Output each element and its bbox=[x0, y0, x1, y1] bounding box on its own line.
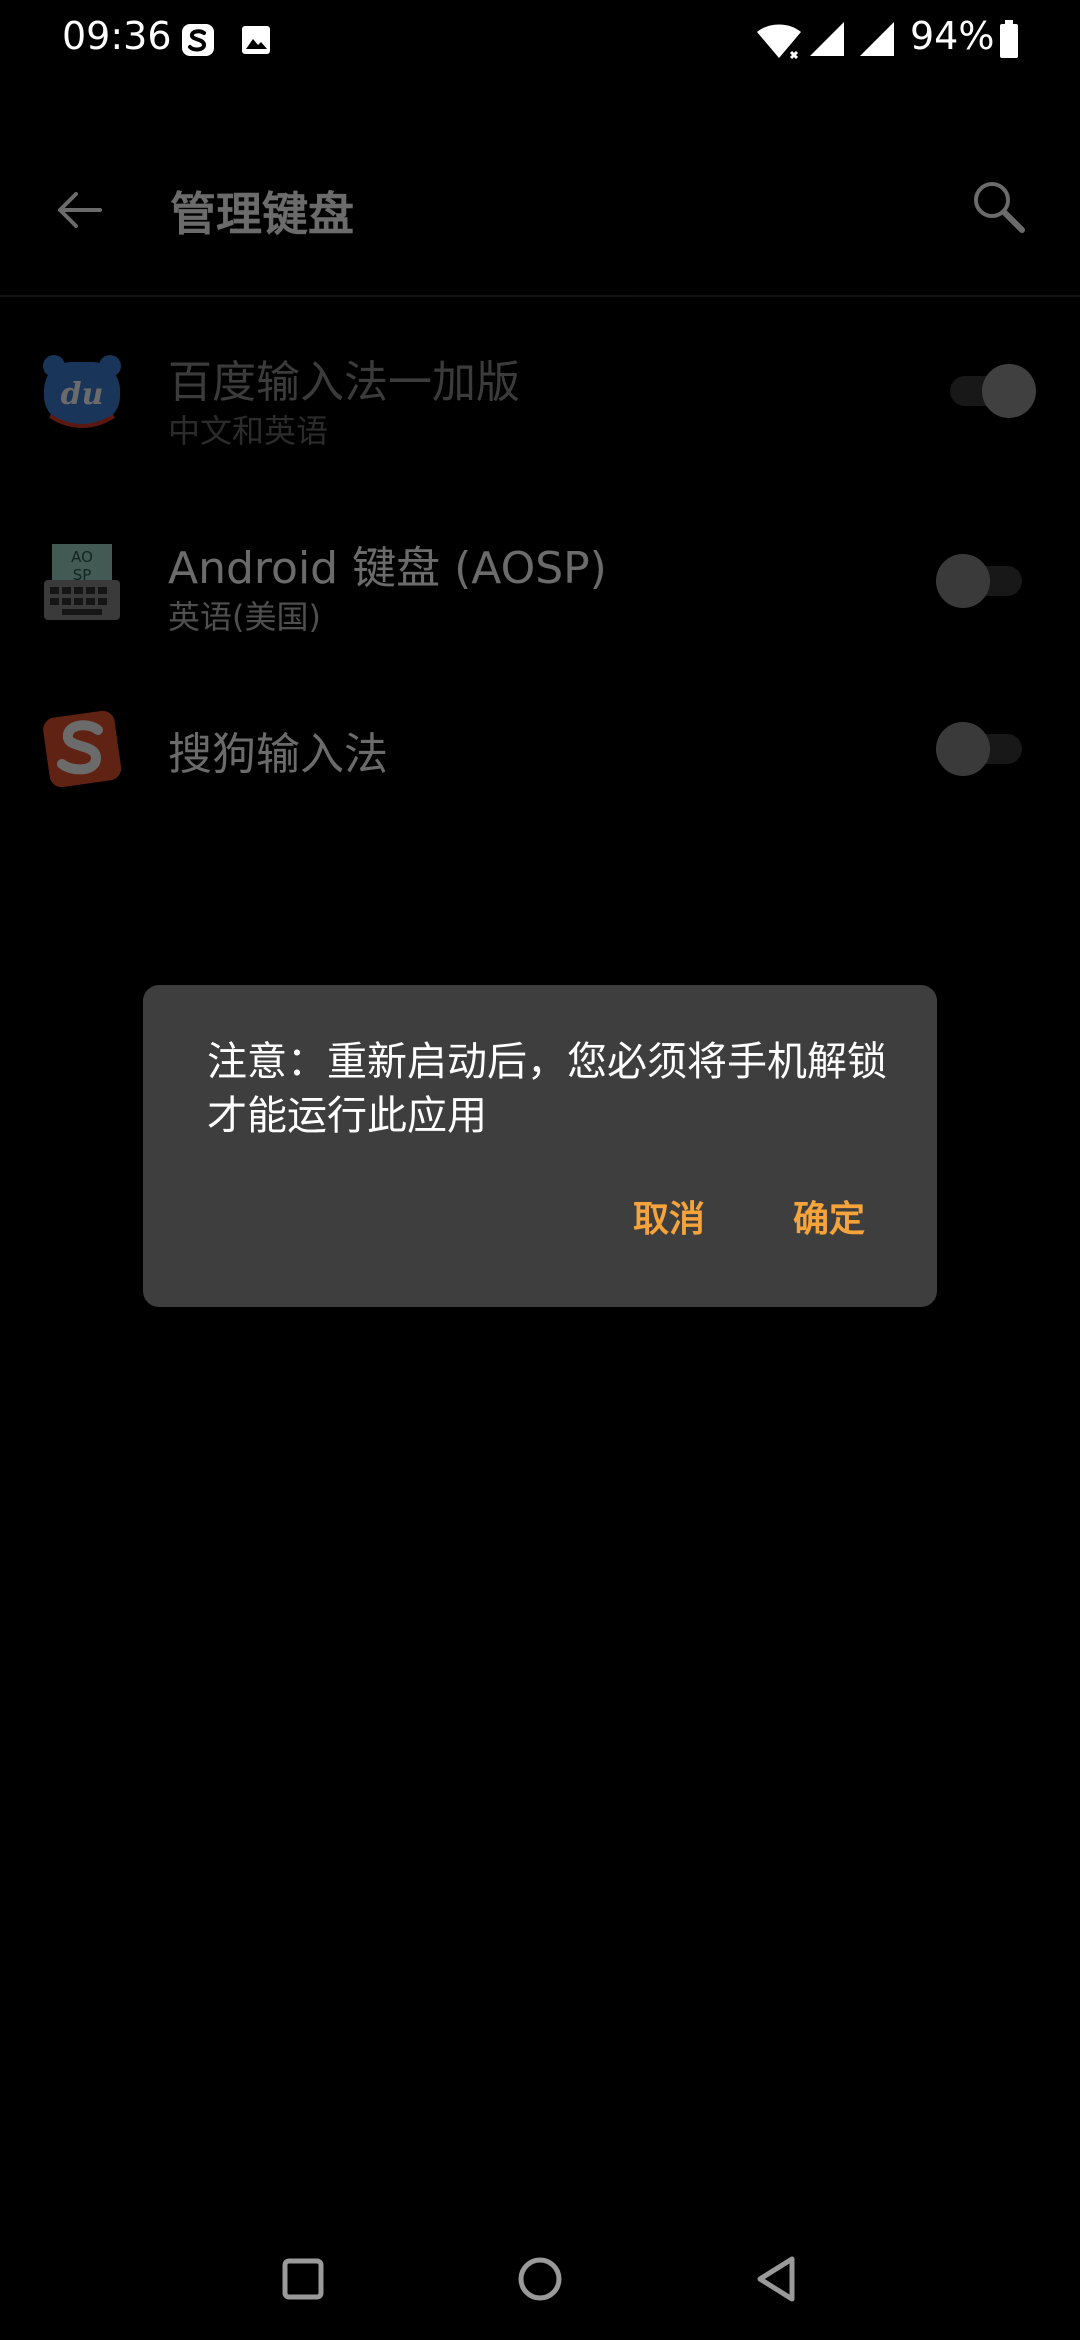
cancel-button[interactable]: 取消 bbox=[621, 1190, 717, 1250]
keyboard-item-aosp[interactable]: AO SP Android 键盘 (AOSP) 英语(美国) bbox=[0, 500, 1080, 660]
recents-square-icon[interactable] bbox=[268, 2244, 338, 2314]
keyboard-item-sogou[interactable]: 搜狗输入法 bbox=[0, 670, 1080, 830]
dialog-message: 注意：重新启动后，您必须将手机解锁才能运行此应用 bbox=[207, 1039, 887, 1139]
keyboard-name: Android 键盘 (AOSP) bbox=[168, 543, 607, 594]
app-bar: 管理键盘 bbox=[0, 150, 1080, 297]
status-time: 09:36 bbox=[62, 14, 172, 58]
toggle-knob bbox=[936, 554, 990, 608]
toggle-knob bbox=[936, 722, 990, 776]
sogou-notification-icon bbox=[182, 24, 214, 56]
keyboard-languages: 中文和英语 bbox=[168, 412, 329, 450]
arrow-left-icon[interactable] bbox=[48, 178, 112, 242]
sogou-s-icon bbox=[43, 710, 122, 788]
keyboard-toggle-baidu[interactable] bbox=[936, 364, 1036, 418]
aosp-keyboard-icon: AO SP bbox=[44, 544, 120, 620]
keyboard-toggle-sogou[interactable] bbox=[936, 722, 1022, 776]
keyboard-name: 搜狗输入法 bbox=[168, 729, 388, 780]
screen: 09:36 94% 管理键盘 du 百度输入法一加版 中文和英语 AO SP A… bbox=[0, 0, 1080, 2340]
svg-text:du: du bbox=[61, 377, 104, 412]
navigation-bar bbox=[0, 2220, 1080, 2340]
status-bar: 09:36 94% bbox=[0, 0, 1080, 80]
battery-percent: 94% bbox=[910, 14, 995, 58]
signal-icon bbox=[860, 22, 894, 56]
back-triangle-icon[interactable] bbox=[742, 2244, 812, 2314]
svg-text:AO: AO bbox=[71, 548, 93, 566]
page-title: 管理键盘 bbox=[170, 187, 354, 241]
image-notification-icon bbox=[242, 26, 270, 54]
keyboard-name: 百度输入法一加版 bbox=[168, 357, 520, 408]
keyboard-toggle-aosp[interactable] bbox=[936, 554, 1022, 608]
keyboard-item-baidu[interactable]: du 百度输入法一加版 中文和英语 bbox=[0, 310, 1080, 470]
search-icon[interactable] bbox=[966, 174, 1030, 238]
baidu-du-icon: du bbox=[43, 355, 121, 428]
ok-button[interactable]: 确定 bbox=[781, 1190, 877, 1250]
wifi-icon bbox=[757, 24, 801, 60]
toggle-knob bbox=[982, 364, 1036, 418]
home-circle-icon[interactable] bbox=[505, 2244, 575, 2314]
restart-warning-dialog: 注意：重新启动后，您必须将手机解锁才能运行此应用 取消 确定 bbox=[143, 985, 937, 1307]
keyboard-languages: 英语(美国) bbox=[168, 598, 321, 636]
signal-icon bbox=[810, 22, 844, 56]
battery-icon bbox=[1000, 20, 1018, 58]
